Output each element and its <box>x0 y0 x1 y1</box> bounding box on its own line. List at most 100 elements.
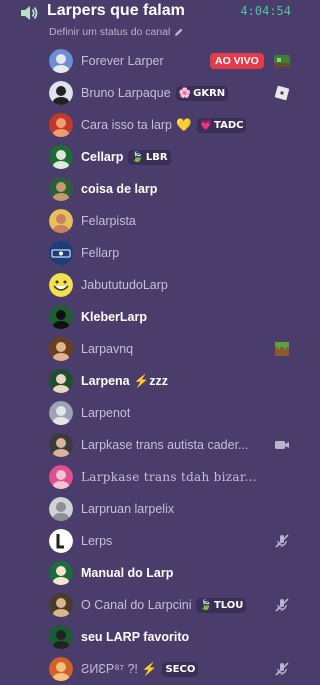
clan-tag[interactable]: 🍃 TLOU <box>196 598 247 614</box>
member-row[interactable]: Lerps <box>0 525 300 557</box>
member-name-text: Fellarp <box>81 246 120 260</box>
member-row[interactable]: Larpavnq <box>0 333 300 365</box>
clan-tag-text: TADC <box>214 119 244 131</box>
muted-mic-icon <box>274 597 290 613</box>
member-name: Larpena ⚡zzz <box>81 373 168 389</box>
avatar[interactable] <box>49 49 73 73</box>
voice-channel-header[interactable]: Larpers que falam 4:04:54 Definir um sta… <box>0 0 300 44</box>
member-row[interactable]: Larpenot <box>0 397 300 429</box>
avatar[interactable] <box>49 657 73 681</box>
member-name-text: Bruno Larpaque <box>81 86 171 100</box>
member-row[interactable]: ƧИƐP⁸⁷ ?! ⚡ SECO <box>0 653 300 685</box>
muted-mic-icon <box>274 533 290 549</box>
member-name-text: Manual do Larp <box>81 566 174 580</box>
member-row[interactable]: O Canal do Larpcini 🍃 TLOU <box>0 589 300 621</box>
avatar[interactable] <box>49 145 73 169</box>
member-name-text: Larpavnq <box>81 342 134 356</box>
member-name: KleberLarp <box>81 309 147 325</box>
member-name: Bruno Larpaque 🌸 GKRN <box>81 85 229 102</box>
clan-tag[interactable]: 🍃 LBR <box>128 150 171 166</box>
member-name-text: O Canal do Larpcini <box>81 598 192 612</box>
member-row[interactable]: seu LARP favorito <box>0 621 300 653</box>
avatar[interactable] <box>49 433 73 457</box>
member-name: Felarpista <box>81 213 136 229</box>
member-name-text: Larpkase trans tdah bizar... <box>81 470 257 484</box>
avatar[interactable] <box>49 401 73 425</box>
member-name: Cellarp 🍃 LBR <box>81 149 171 166</box>
member-row[interactable]: Manual do Larp <box>0 557 300 589</box>
member-name-text: coisa de larp <box>81 182 158 196</box>
clan-tag-text: LBR <box>145 151 168 163</box>
member-name: Larpruan larpelix <box>81 501 174 517</box>
member-row[interactable]: Cara isso ta larp 💛 💗 TADC <box>0 109 300 141</box>
avatar[interactable] <box>49 209 73 233</box>
clan-tag[interactable]: 💗 TADC <box>196 118 247 134</box>
speaker-icon <box>21 6 38 20</box>
roblox-icon <box>274 85 290 101</box>
avatar[interactable] <box>49 529 73 553</box>
avatar[interactable] <box>49 465 73 489</box>
member-row[interactable]: JabututudoLarp <box>0 269 300 301</box>
avatar[interactable] <box>49 177 73 201</box>
member-name: Larpkase trans tdah bizar... <box>81 469 257 485</box>
avatar[interactable] <box>49 113 73 137</box>
avatar[interactable] <box>49 593 73 617</box>
member-row[interactable]: Fellarp <box>0 237 300 269</box>
member-row[interactable]: Larpruan larpelix <box>0 493 300 525</box>
muted-mic-icon <box>274 661 290 677</box>
avatar[interactable] <box>49 81 73 105</box>
member-name: JabututudoLarp <box>81 277 168 293</box>
clan-tag-icon: 🍃 <box>199 599 212 611</box>
camera-icon <box>274 437 290 453</box>
member-name-text: seu LARP favorito <box>81 630 190 644</box>
member-row[interactable]: coisa de larp <box>0 173 300 205</box>
clan-tag[interactable]: SECO <box>162 662 199 678</box>
voice-member-list: Forever Larper AO VIVO Bruno Larpaque 🌸 GKRN… <box>0 45 300 685</box>
member-row[interactable]: Cellarp 🍃 LBR <box>0 141 300 173</box>
avatar[interactable] <box>49 273 73 297</box>
channel-name: Larpers que falam <box>47 2 185 19</box>
avatar[interactable] <box>49 497 73 521</box>
status-emoji: ⚡ <box>141 662 158 676</box>
member-name-text: Larpkase trans autista cader... <box>81 438 249 452</box>
member-row[interactable]: KleberLarp <box>0 301 300 333</box>
clan-tag-text: GKRN <box>193 87 226 99</box>
clan-tag-text: SECO <box>165 663 196 675</box>
stream-thumbnail-icon[interactable] <box>274 53 290 69</box>
clan-tag[interactable]: 🌸 GKRN <box>175 86 229 102</box>
member-name: Larpkase trans autista cader... <box>81 437 248 453</box>
avatar[interactable] <box>49 625 73 649</box>
clan-tag-icon: 🌸 <box>178 87 192 99</box>
member-name-text: Larpena <box>81 374 130 388</box>
member-name: O Canal do Larpcini 🍃 TLOU <box>81 597 247 614</box>
member-name-text: ƧИƐP⁸⁷ ?! <box>81 662 138 676</box>
avatar[interactable] <box>49 561 73 585</box>
status-placeholder: Definir um status do canal <box>49 26 171 38</box>
minecraft-icon <box>274 341 290 357</box>
member-name: Cara isso ta larp 💛 💗 TADC <box>81 117 247 134</box>
member-name: Larpenot <box>81 405 130 421</box>
member-name-text: Forever Larper <box>81 54 164 68</box>
member-name: Forever Larper <box>81 53 164 69</box>
member-name: Fellarp <box>81 245 119 261</box>
avatar[interactable] <box>49 369 73 393</box>
member-row[interactable]: Larpkase trans tdah bizar... <box>0 461 300 493</box>
live-badge[interactable]: AO VIVO <box>210 53 264 69</box>
member-row[interactable]: Bruno Larpaque 🌸 GKRN <box>0 77 300 109</box>
call-timer: 4:04:54 <box>240 4 291 18</box>
member-name-text: Cara isso ta larp <box>81 118 173 132</box>
set-channel-status[interactable]: Definir um status do canal <box>49 25 184 39</box>
avatar[interactable] <box>49 337 73 361</box>
member-row[interactable]: Larpkase trans autista cader... <box>0 429 300 461</box>
member-row[interactable]: Forever Larper AO VIVO <box>0 45 300 77</box>
status-emoji: ⚡ <box>133 374 150 388</box>
avatar[interactable] <box>49 305 73 329</box>
member-name-text: Larpruan larpelix <box>81 502 175 516</box>
avatar[interactable] <box>49 241 73 265</box>
member-name-text: Felarpista <box>81 214 136 228</box>
member-row[interactable]: Felarpista <box>0 205 300 237</box>
member-name: Manual do Larp <box>81 565 173 581</box>
member-row[interactable]: Larpena ⚡zzz <box>0 365 300 397</box>
member-name-text: Cellarp <box>81 150 124 164</box>
member-name: Larpavnq <box>81 341 133 357</box>
